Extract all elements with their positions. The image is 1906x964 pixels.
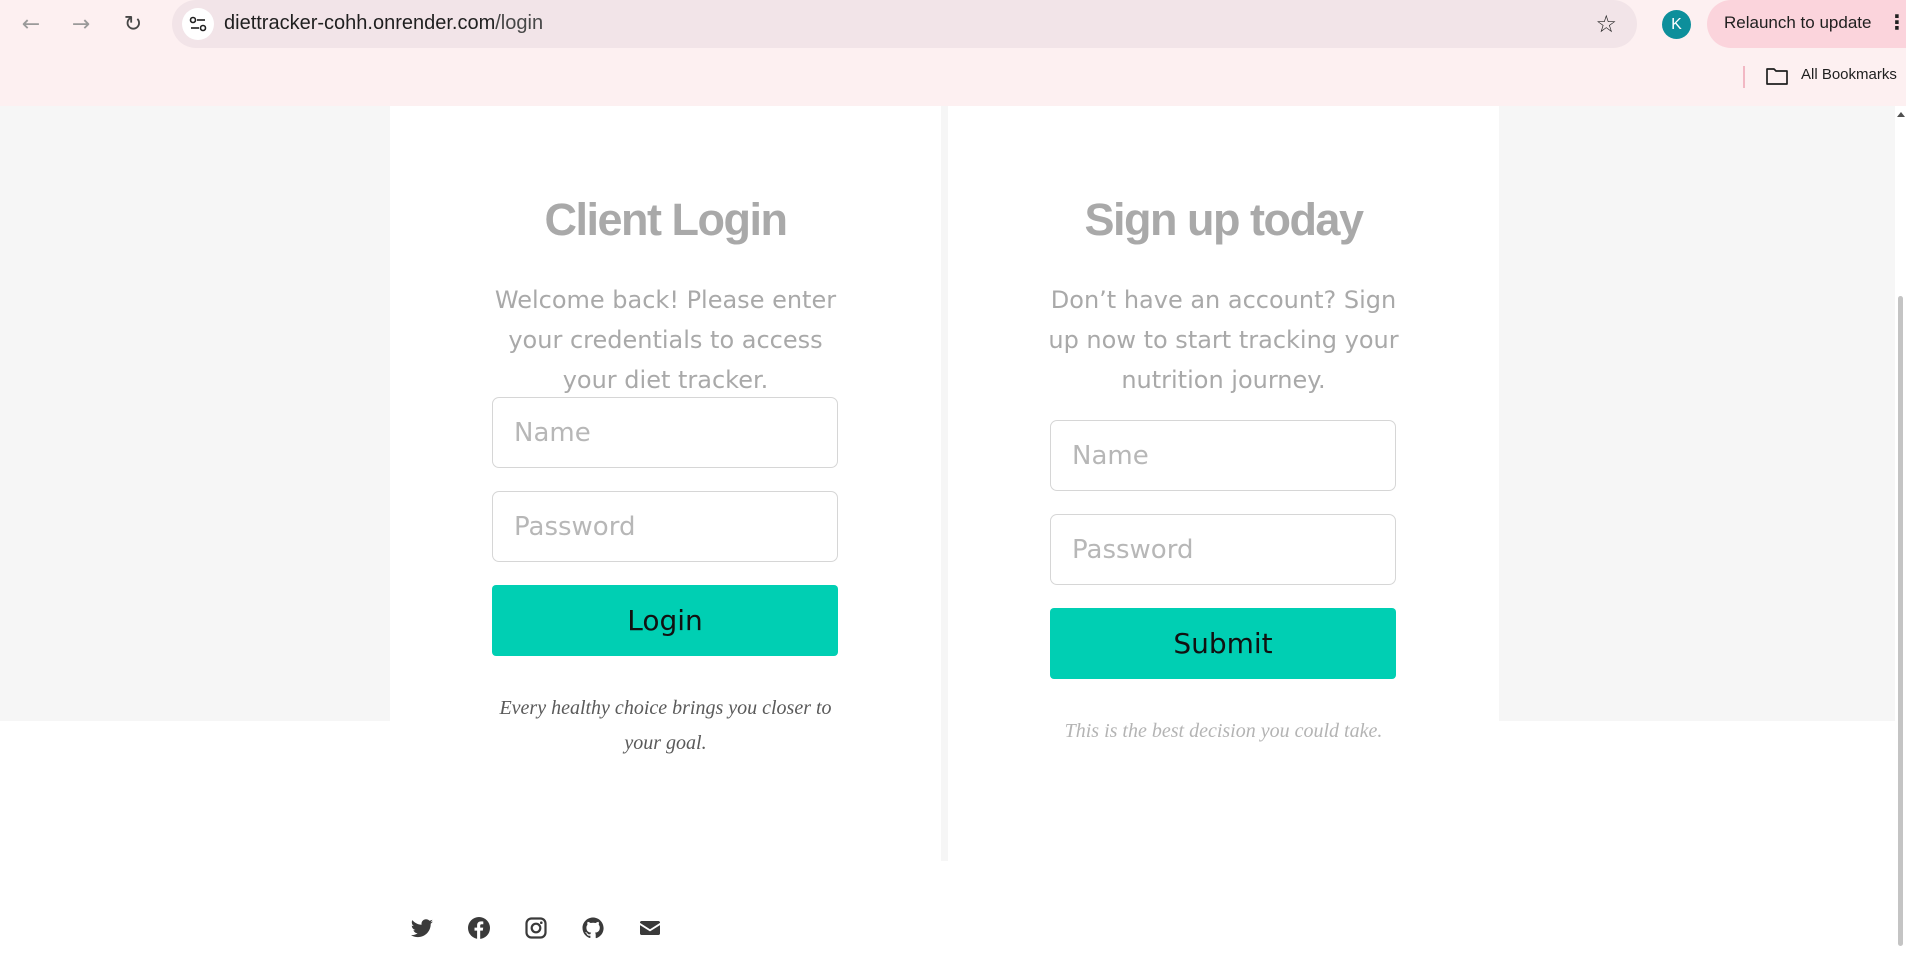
github-icon[interactable] [581, 916, 605, 940]
back-arrow-icon[interactable]: ← [14, 7, 48, 41]
signup-title: Sign up today [1084, 194, 1365, 245]
facebook-icon[interactable] [467, 916, 491, 940]
relaunch-label: Relaunch to update [1724, 13, 1872, 32]
scroll-up-icon[interactable] [1897, 112, 1905, 117]
site-info-icon[interactable] [182, 8, 214, 40]
folder-icon[interactable] [1765, 66, 1789, 86]
profile-avatar[interactable]: K [1662, 10, 1691, 39]
address-bar[interactable]: diettracker-cohh.onrender.com/login ☆ [172, 0, 1637, 48]
login-name-input[interactable] [492, 397, 838, 468]
social-links [410, 916, 662, 940]
login-description: Welcome back! Please enter your credenti… [494, 286, 837, 394]
url-path: /login [495, 12, 544, 34]
submit-button[interactable]: Submit [1050, 608, 1396, 679]
forward-arrow-icon[interactable]: → [64, 7, 98, 41]
bookmark-star-icon[interactable]: ☆ [1595, 10, 1617, 38]
bookmarks-divider [1743, 66, 1745, 88]
bookmarks-bar [0, 49, 1906, 106]
instagram-icon[interactable] [524, 916, 548, 940]
menu-kebab-icon[interactable]: ⋮ [1887, 12, 1906, 32]
all-bookmarks-link[interactable]: All Bookmarks [1801, 66, 1897, 83]
signup-password-input[interactable] [1050, 514, 1396, 585]
page-content: Client Login Welcome back! Please enter … [0, 106, 1906, 964]
reload-icon[interactable]: ↻ [116, 7, 150, 41]
column-divider [941, 106, 948, 861]
email-icon[interactable] [638, 916, 662, 940]
browser-toolbar: ← → ↻ diettracker-cohh.onrender.com/logi… [0, 0, 1906, 49]
login-title: Client Login [544, 194, 788, 245]
url-host: diettracker-cohh.onrender.com [224, 12, 496, 34]
url-text[interactable]: diettracker-cohh.onrender.com/login [224, 12, 543, 35]
login-card: Client Login Welcome back! Please enter … [390, 106, 941, 861]
signup-card: Sign up today Don’t have an account? Sig… [948, 106, 1499, 861]
twitter-icon[interactable] [410, 916, 434, 940]
scrollbar-thumb[interactable] [1898, 296, 1903, 946]
signup-name-input[interactable] [1050, 420, 1396, 491]
scrollbar[interactable] [1895, 106, 1906, 964]
signup-quote: This is the best decision you could take… [1064, 720, 1383, 742]
signup-description: Don’t have an account? Sign up now to st… [1048, 286, 1399, 394]
login-password-input[interactable] [492, 491, 838, 562]
relaunch-button[interactable]: Relaunch to update ⋮ [1707, 0, 1906, 48]
login-button[interactable]: Login [492, 585, 838, 656]
login-quote: Every healthy choice brings you closer t… [499, 697, 832, 754]
